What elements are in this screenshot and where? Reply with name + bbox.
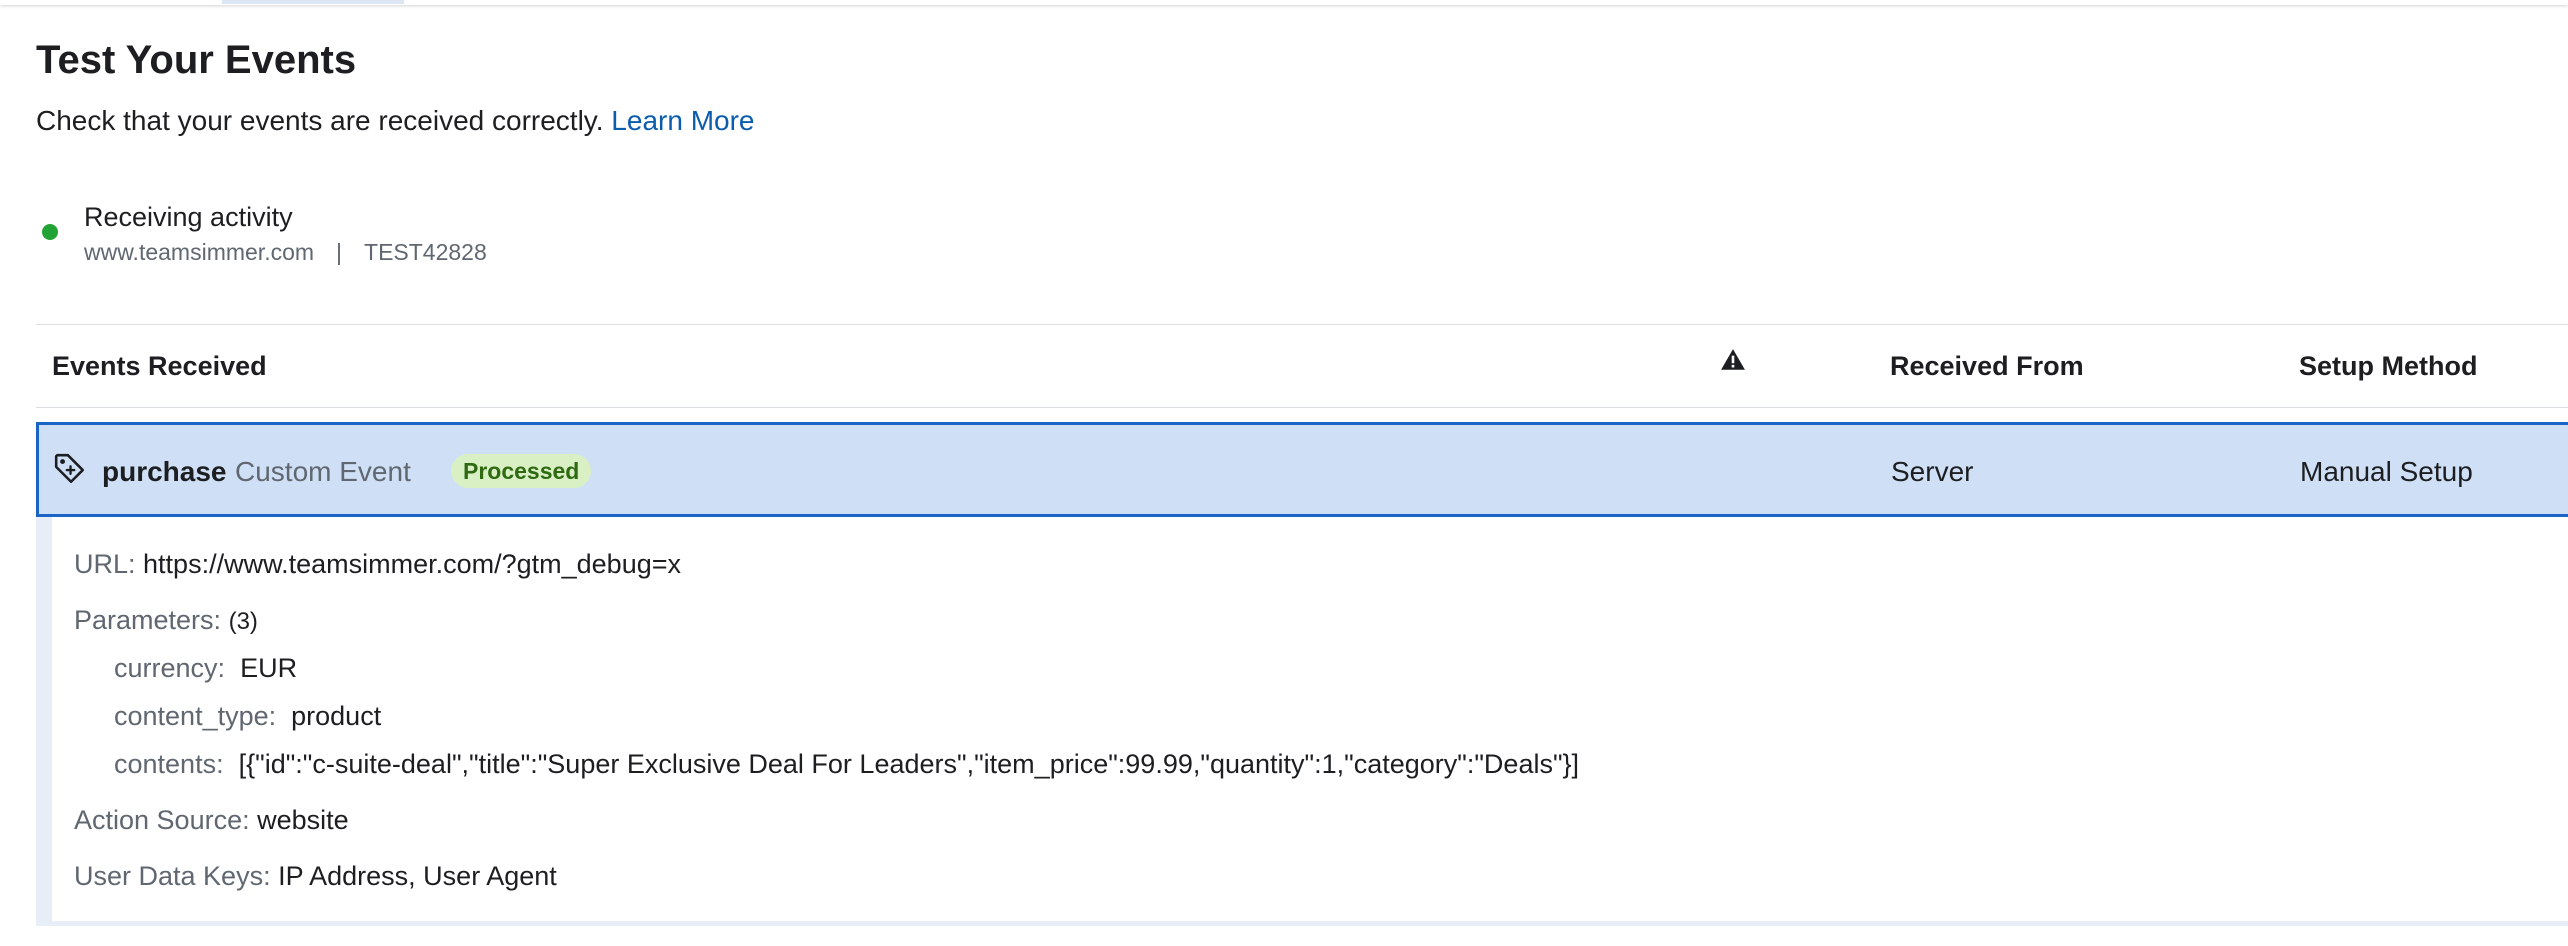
header-received-from: Received From <box>1890 351 2084 381</box>
param-row: content_type: product <box>114 699 381 733</box>
status-domain: www.teamsimmer.com <box>84 239 315 265</box>
event-details-panel: URL: https://www.teamsimmer.com/?gtm_deb… <box>36 517 2568 926</box>
learn-more-link[interactable]: Learn More <box>611 105 754 136</box>
param-key: content_type: <box>114 701 277 731</box>
page-subtitle: Check that your events are received corr… <box>36 103 754 139</box>
tag-icon <box>54 453 85 484</box>
url-value: https://www.teamsimmer.com/?gtm_debug=x <box>143 549 682 579</box>
status-dot-icon <box>42 224 58 240</box>
received-from-value: Server <box>1891 456 1974 487</box>
detail-action-source: Action Source: website <box>74 803 349 837</box>
active-tab-indicator[interactable] <box>222 0 404 4</box>
top-tab-bar <box>0 0 2568 5</box>
param-key: currency: <box>114 653 226 683</box>
event-row-purchase[interactable]: purchase Custom Event Processed Server M… <box>36 422 2568 517</box>
status-badge: Processed <box>451 454 592 488</box>
param-value: [{"id":"c-suite-deal","title":"Super Exc… <box>238 749 1580 779</box>
status-test-code: TEST42828 <box>364 239 487 265</box>
param-row: currency: EUR <box>114 651 297 685</box>
status-separator: | <box>336 239 343 265</box>
parameters-label: Parameters: <box>74 605 222 635</box>
event-type: Custom Event <box>235 456 411 487</box>
url-label: URL: <box>74 549 136 579</box>
parameters-count: (3) <box>228 608 258 635</box>
status-label: Receiving activity <box>84 202 293 232</box>
detail-url: URL: https://www.teamsimmer.com/?gtm_deb… <box>74 547 681 581</box>
param-value: product <box>291 701 382 731</box>
setup-method-value: Manual Setup <box>2300 456 2473 487</box>
header-events-received: Events Received <box>52 351 267 381</box>
status-meta: www.teamsimmer.com | TEST42828 <box>84 238 487 266</box>
header-setup-method: Setup Method <box>2299 351 2478 381</box>
action-source-label: Action Source: <box>74 805 250 835</box>
param-value: EUR <box>240 653 298 683</box>
param-key: contents: <box>114 749 224 779</box>
detail-user-data-keys: User Data Keys: IP Address, User Agent <box>74 859 557 893</box>
page-title: Test Your Events <box>36 38 357 82</box>
events-table-header: Events Received Received From Setup Meth… <box>36 324 2568 408</box>
param-row: contents: [{"id":"c-suite-deal","title":… <box>114 747 1579 781</box>
user-data-keys-value: IP Address, User Agent <box>278 861 557 891</box>
event-name: purchase <box>102 456 227 487</box>
action-source-value: website <box>257 805 349 835</box>
event-details-content: URL: https://www.teamsimmer.com/?gtm_deb… <box>52 517 2568 921</box>
user-data-keys-label: User Data Keys: <box>74 861 271 891</box>
detail-parameters: Parameters: (3) <box>74 603 258 639</box>
warning-icon[interactable] <box>1720 347 1746 373</box>
subtitle-text: Check that your events are received corr… <box>36 105 604 136</box>
